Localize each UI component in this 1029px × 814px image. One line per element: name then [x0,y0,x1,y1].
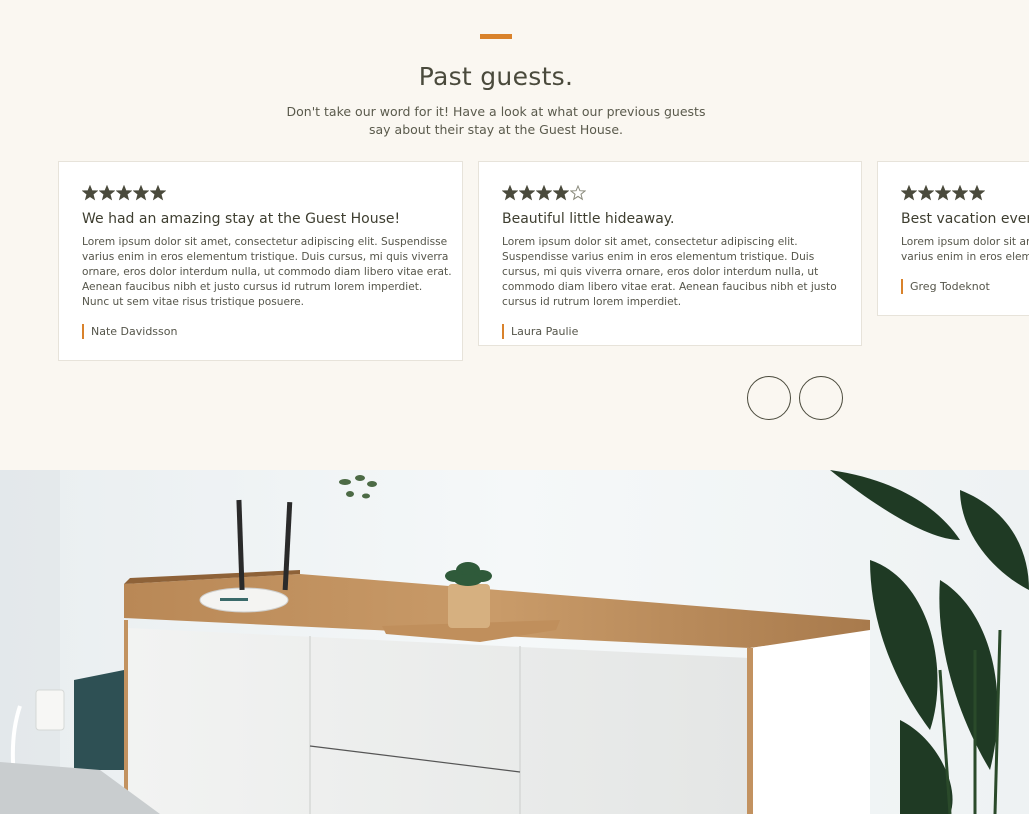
interior-photo [0,470,1029,814]
review-body: Lorem ipsum dolor sit amet varius enim in… [901,235,1029,265]
testimonial-card: We had an amazing stay at the Guest Hous… [58,161,463,361]
star-filled-icon [150,185,166,201]
star-rating [502,185,861,201]
slider-next-button[interactable] [799,376,843,420]
section-title: Past guests. [418,62,574,91]
review-body: Lorem ipsum dolor sit amet, consectetur … [82,236,452,308]
star-filled-icon [969,185,985,201]
star-filled-icon [935,185,951,201]
review-body-line: varius enim in eros element [901,251,1029,263]
star-filled-icon [901,185,917,201]
review-body: Lorem ipsum dolor sit amet, consectetur … [502,236,837,308]
review-body-line: Lorem ipsum dolor sit amet [901,236,1029,248]
star-filled-icon [133,185,149,201]
testimonial-card: Best vacation ever! Lorem ipsum dolor si… [877,161,1029,316]
star-rating [901,185,1029,201]
accent-bar [480,34,512,39]
testimonial-card: Beautiful little hideaway. Lorem ipsum d… [478,161,862,346]
star-outline-icon [570,185,586,201]
review-author: Laura Paulie [502,324,861,339]
star-filled-icon [952,185,968,201]
star-filled-icon [116,185,132,201]
section-subtitle: Don't take our word for it! Have a look … [286,104,706,137]
star-filled-icon [536,185,552,201]
review-title: Best vacation ever! [901,211,1029,227]
slider-prev-button[interactable] [747,376,791,420]
review-author: Greg Todeknot [901,279,1029,294]
page: Past guests. Don't take our word for it!… [0,0,1029,814]
star-rating [82,185,462,201]
star-filled-icon [519,185,535,201]
star-filled-icon [82,185,98,201]
review-title: We had an amazing stay at the Guest Hous… [82,211,401,227]
review-author: Nate Davidsson [82,324,462,339]
review-title: Beautiful little hideaway. [502,211,675,227]
star-filled-icon [918,185,934,201]
star-filled-icon [99,185,115,201]
star-filled-icon [553,185,569,201]
star-filled-icon [502,185,518,201]
